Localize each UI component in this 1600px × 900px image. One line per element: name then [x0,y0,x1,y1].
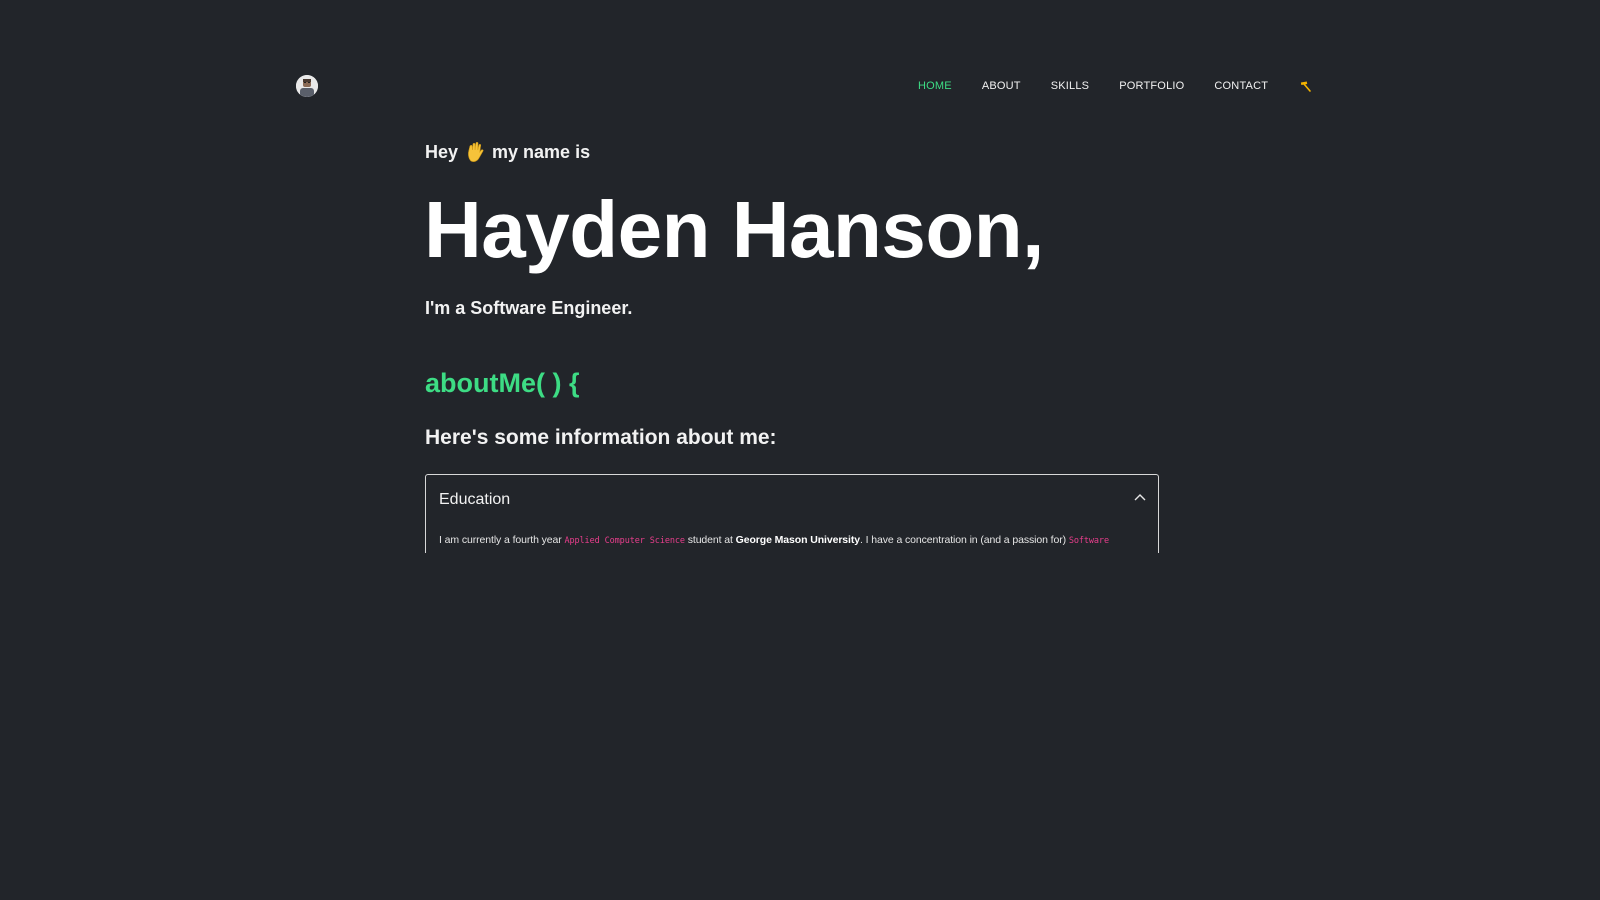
nav-portfolio[interactable]: PORTFOLIO [1119,79,1184,94]
greeting-text-end: my name is [492,141,591,162]
nav-home[interactable]: HOME [918,79,952,94]
accordion-header-education[interactable]: Education [426,475,1158,523]
accordion-body: I am currently a fourth year Applied Com… [439,534,1109,546]
about-subtitle: Here's some information about me: [425,426,777,449]
body-text: I am currently a fourth year [439,534,565,546]
nav-about[interactable]: ABOUT [982,79,1021,94]
hero-role: I'm a Software Engineer. [425,298,633,318]
body-text: student at [684,534,736,546]
waving-hand-icon [466,141,486,163]
page: HOME ABOUT SKILLS PORTFOLIO CONTACT Hey … [0,0,1600,900]
body-text: . I have a concentration in (and a passi… [860,534,1069,546]
nav-skills[interactable]: SKILLS [1051,79,1090,94]
avatar[interactable] [296,75,318,97]
accordion-title: Education [439,491,511,508]
about-title: aboutMe( ) { [425,368,580,398]
main-nav: HOME ABOUT SKILLS PORTFOLIO CONTACT [918,79,1313,94]
hero-name: Hayden Hanson, [424,185,1044,274]
hammer-icon[interactable] [1299,80,1313,94]
nav-contact[interactable]: CONTACT [1214,79,1268,94]
greeting: Hey my name is [425,141,590,163]
greeting-text-start: Hey [425,141,459,162]
avatar-image [296,75,318,97]
code-highlight: Applied Computer Science [564,536,685,546]
chevron-up-icon [1134,494,1146,501]
university-name: George Mason University [735,534,860,546]
education-accordion: Education I am currently a fourth year A… [425,474,1159,553]
code-highlight: Software [1068,536,1109,546]
